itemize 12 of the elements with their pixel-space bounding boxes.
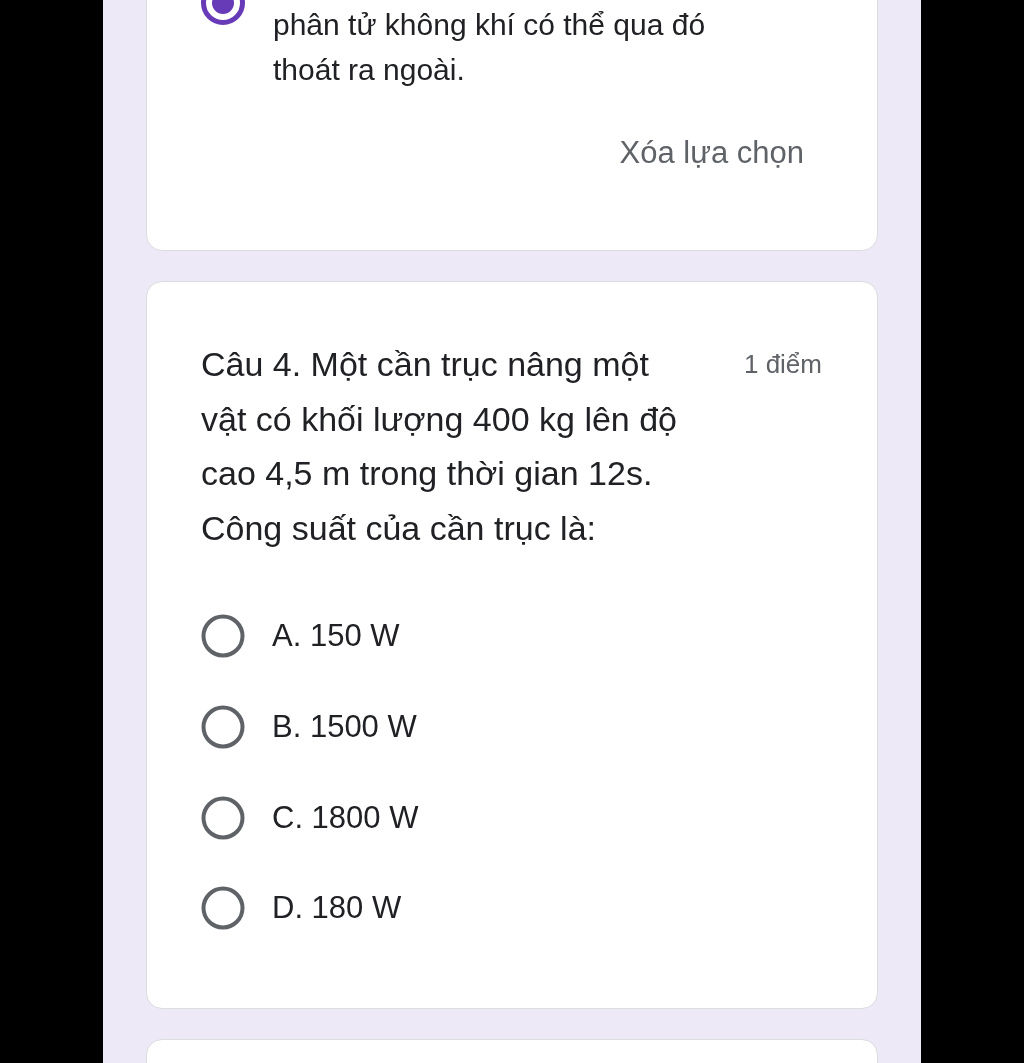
question-text: Câu 4. Một cần trục nâng một vật có khối lượng 400 kg lên độ cao 4,5 m trong thời gian 12s. Công suất của cần trục là: — [201, 344, 679, 549]
clear-selection-button[interactable]: Xóa lựa chọn — [619, 133, 804, 173]
radio-button[interactable] — [201, 705, 245, 750]
option-label[interactable]: A. 150 W — [272, 616, 400, 657]
option-label[interactable]: D. 180 W — [272, 888, 402, 929]
option-label[interactable]: B. 1500 W — [272, 707, 417, 748]
radio-button[interactable] — [201, 886, 245, 931]
option-label[interactable]: C. 1800 W — [272, 797, 419, 838]
radio-button[interactable] — [201, 795, 245, 840]
radio-button[interactable] — [201, 614, 245, 659]
points-label: 1 điểm — [743, 348, 822, 381]
option-label[interactable]: phân tử không khí có thể qua đó thoát ra ngoài. — [273, 2, 743, 92]
